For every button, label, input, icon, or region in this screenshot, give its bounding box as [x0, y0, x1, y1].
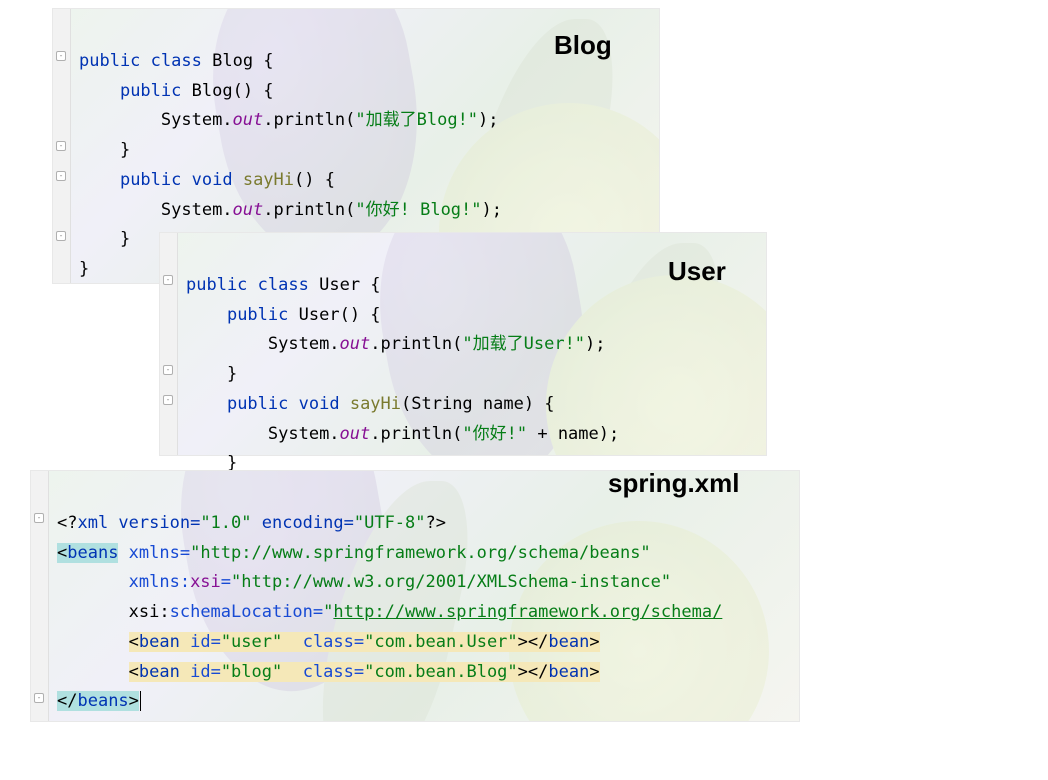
- spring-label: spring.xml: [608, 468, 739, 499]
- spring-xml-panel: - - <?xml version="1.0" encoding="UTF-8"…: [30, 470, 800, 722]
- text-cursor: [140, 691, 141, 711]
- user-label: User: [668, 256, 726, 287]
- blog-label: Blog: [554, 30, 612, 61]
- xml-code[interactable]: <?xml version="1.0" encoding="UTF-8"?> <…: [31, 471, 799, 725]
